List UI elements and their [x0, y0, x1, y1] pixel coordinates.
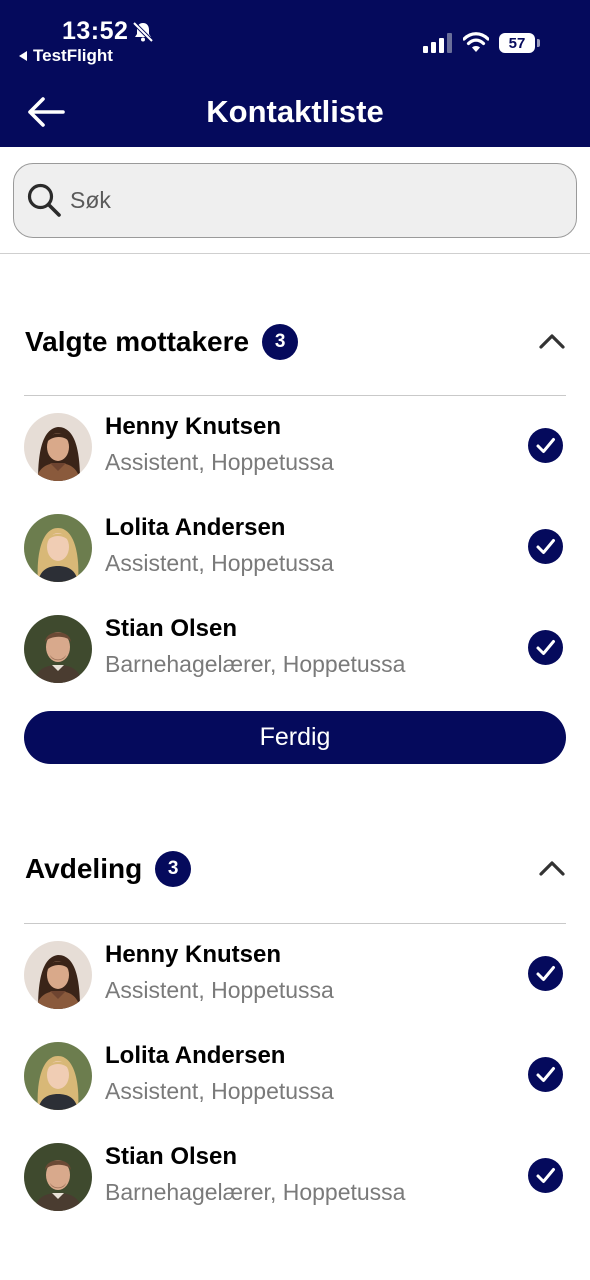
check-circle-icon[interactable]	[528, 1057, 563, 1092]
battery-tip	[537, 39, 540, 47]
section-divider	[24, 395, 566, 396]
avatar	[24, 615, 92, 683]
battery-level: 57	[508, 34, 526, 52]
status-time: 13:52	[62, 17, 129, 45]
contact-name: Stian Olsen	[105, 1143, 238, 1170]
section-header-selected[interactable]: Valgte mottakere 3	[25, 322, 566, 362]
check-circle-icon[interactable]	[528, 428, 563, 463]
contact-role: Assistent, Hoppetussa	[105, 1078, 334, 1104]
contact-name: Lolita Andersen	[105, 1042, 286, 1069]
check-circle-icon[interactable]	[528, 1158, 563, 1193]
contact-name: Henny Knutsen	[105, 413, 282, 440]
search-field[interactable]	[13, 163, 577, 238]
check-circle-icon[interactable]	[528, 529, 563, 564]
contact-name: Stian Olsen	[105, 615, 238, 642]
chevron-up-icon[interactable]	[538, 330, 566, 352]
avatar	[24, 941, 92, 1009]
section-title: Avdeling	[25, 853, 143, 884]
check-circle-icon[interactable]	[528, 630, 563, 665]
contact-row[interactable]: Stian Olsen Barnehagelærer, Hoppetussa	[24, 615, 566, 695]
divider	[0, 253, 590, 254]
search-icon	[27, 183, 61, 217]
section-title: Valgte mottakere	[25, 326, 250, 357]
battery-icon: 57	[499, 33, 535, 53]
contact-row[interactable]: Stian Olsen Barnehagelærer, Hoppetussa	[24, 1143, 566, 1223]
back-app-label: TestFlight	[33, 46, 113, 65]
done-button[interactable]: Ferdig	[24, 711, 566, 764]
bell-slash-icon	[132, 21, 154, 43]
contact-row[interactable]: Henny Knutsen Assistent, Hoppetussa	[24, 413, 566, 493]
page-title: Kontaktliste	[206, 94, 384, 129]
check-circle-icon[interactable]	[528, 956, 563, 991]
avatar	[24, 514, 92, 582]
top-bar: 13:52 TestFlight 57 Kontaktliste	[0, 0, 590, 147]
contact-name: Lolita Andersen	[105, 514, 286, 541]
search-input[interactable]	[70, 164, 560, 236]
back-to-app-link[interactable]: TestFlight	[19, 46, 113, 66]
contact-role: Assistent, Hoppetussa	[105, 977, 334, 1003]
contact-role: Barnehagelærer, Hoppetussa	[105, 1179, 406, 1205]
avatar	[24, 1143, 92, 1211]
section-header-department[interactable]: Avdeling 3	[25, 849, 566, 889]
count-badge: 3	[262, 324, 299, 360]
contact-row[interactable]: Lolita Andersen Assistent, Hoppetussa	[24, 514, 566, 594]
contact-role: Assistent, Hoppetussa	[105, 449, 334, 475]
contact-role: Barnehagelærer, Hoppetussa	[105, 651, 406, 677]
contact-role: Assistent, Hoppetussa	[105, 550, 334, 576]
wifi-icon	[463, 32, 489, 52]
section-divider	[24, 923, 566, 924]
avatar	[24, 1042, 92, 1110]
signal-icon	[423, 33, 452, 53]
avatar	[24, 413, 92, 481]
count-badge: 3	[155, 851, 192, 887]
chevron-up-icon[interactable]	[538, 857, 566, 879]
contact-name: Henny Knutsen	[105, 941, 282, 968]
contact-row[interactable]: Lolita Andersen Assistent, Hoppetussa	[24, 1042, 566, 1122]
back-triangle-icon	[19, 51, 27, 61]
contact-row[interactable]: Henny Knutsen Assistent, Hoppetussa	[24, 941, 566, 1021]
